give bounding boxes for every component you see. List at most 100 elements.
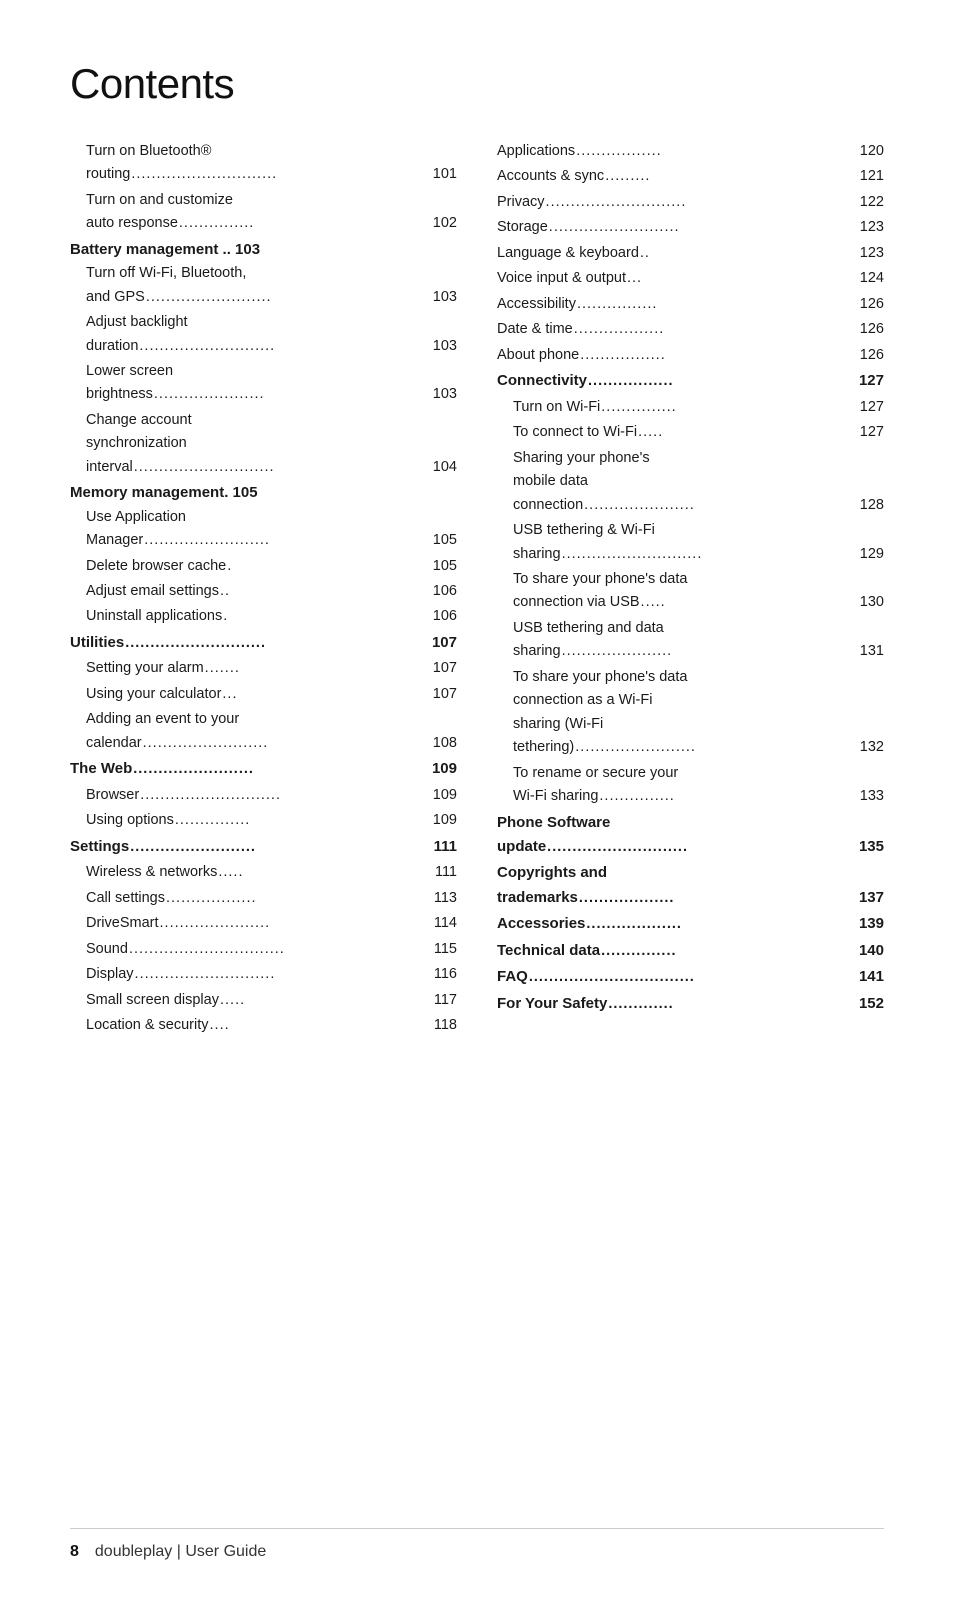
toc-item-text: To connect to Wi-Fi: [513, 421, 637, 443]
toc-item-leader: ...............: [175, 809, 432, 831]
toc-item: connection......................128: [497, 494, 884, 518]
toc-item-text: Utilities: [70, 631, 124, 654]
toc-item-page: 126: [860, 318, 884, 340]
toc-left-column: Turn on Bluetooth®routing...............…: [70, 140, 487, 1488]
toc-item-leader: .................: [588, 370, 858, 392]
toc-item-text: Technical data: [497, 939, 600, 962]
toc-item-page: 121: [860, 165, 884, 187]
toc-item-leader: ................: [577, 293, 859, 315]
toc-item-text: Delete browser cache: [86, 555, 226, 577]
toc-item: Adding an event to your: [70, 708, 457, 730]
toc-item-text: Setting your alarm: [86, 657, 204, 679]
toc-item: routing.............................101: [70, 163, 457, 187]
toc-item-text: tethering): [513, 736, 574, 758]
toc-item-page: 139: [859, 912, 884, 935]
toc-item: auto response...............102: [70, 212, 457, 236]
toc-item: Privacy............................122: [497, 191, 884, 215]
toc-item-text: Accessories: [497, 912, 585, 935]
toc-item-page: 123: [860, 216, 884, 238]
toc-item-leader: .........................: [146, 286, 432, 308]
toc-item: Delete browser cache.105: [70, 555, 457, 579]
toc-item: interval............................104: [70, 456, 457, 480]
toc-item: Small screen display.....117: [70, 989, 457, 1013]
toc-item: calendar.........................108: [70, 732, 457, 756]
toc-item-page: 104: [433, 456, 457, 478]
toc-item-page: 102: [433, 212, 457, 234]
toc-item-text: Language & keyboard: [497, 242, 639, 264]
toc-item-text: calendar: [86, 732, 142, 754]
toc-item-text: Sound: [86, 938, 128, 960]
toc-item-leader: .................: [576, 140, 859, 162]
toc-item-leader: ............................: [134, 456, 432, 478]
toc-item-page: 152: [859, 992, 884, 1015]
toc-item-leader: .: [223, 605, 432, 627]
toc-item: Display ............................116: [70, 963, 457, 987]
toc-item: Utilities............................107: [70, 631, 457, 656]
toc-item-leader: ..........................: [549, 216, 859, 238]
toc-item: To rename or secure your: [497, 762, 884, 784]
toc-item-text: connection via USB: [513, 591, 640, 613]
toc-item-text: Phone Software: [497, 811, 610, 834]
toc-item-text: connection as a Wi-Fi: [513, 689, 652, 711]
toc-item-page: 109: [433, 809, 457, 831]
toc-item-page: 123: [860, 242, 884, 264]
toc-item-text: Small screen display: [86, 989, 219, 1011]
toc-item-page: 128: [860, 494, 884, 516]
toc-item: trademarks...................137: [497, 886, 884, 911]
toc-item-page: 124: [860, 267, 884, 289]
toc-item: Lower screen: [70, 360, 457, 382]
toc-item: Sound...............................115: [70, 938, 457, 962]
toc-item-text: To rename or secure your: [513, 762, 678, 784]
toc-item-leader: ........................: [575, 736, 859, 758]
toc-item-text: Using options: [86, 809, 174, 831]
toc-item: Use Application: [70, 506, 457, 528]
toc-item-text: Uninstall applications: [86, 605, 222, 627]
toc-item-text: Battery management .. 103: [70, 238, 260, 261]
toc-item: DriveSmart......................114: [70, 912, 457, 936]
toc-item-leader: ...............: [601, 940, 858, 962]
toc-item-text: DriveSmart: [86, 912, 159, 934]
toc-item-text: connection: [513, 494, 583, 516]
toc-item-text: Wi-Fi sharing: [513, 785, 598, 807]
toc-item: Phone Software: [497, 811, 884, 834]
toc-item-page: 103: [433, 286, 457, 308]
toc-item-leader: ............................: [135, 963, 433, 985]
toc-item: sharing ......................131: [497, 640, 884, 664]
toc-item-text: Adjust email settings: [86, 580, 219, 602]
toc-item: and GPS.........................103: [70, 286, 457, 310]
toc-item-page: 105: [433, 529, 457, 551]
toc-item-text: Privacy: [497, 191, 545, 213]
toc-item-page: 106: [433, 580, 457, 602]
toc-item-page: 109: [432, 757, 457, 780]
toc-item-text: auto response: [86, 212, 178, 234]
toc-item-text: duration: [86, 335, 138, 357]
toc-item-leader: ..................: [574, 318, 859, 340]
toc-item-leader: ...: [627, 267, 859, 289]
toc-item-page: 120: [860, 140, 884, 162]
toc-item: connection via USB.....130: [497, 591, 884, 615]
toc-item-page: 126: [860, 293, 884, 315]
toc-item-page: 127: [860, 421, 884, 443]
toc-item-leader: ...............: [599, 785, 858, 807]
toc-item-text: and GPS: [86, 286, 145, 308]
toc-item: Memory management. 105: [70, 481, 457, 504]
toc-item: Turn on Bluetooth®: [70, 140, 457, 162]
toc-item-page: 137: [859, 886, 884, 909]
toc-item-text: Applications: [497, 140, 575, 162]
toc-item-page: 135: [859, 835, 884, 858]
toc-item-leader: ...............: [601, 396, 859, 418]
toc-item: Wi-Fi sharing...............133: [497, 785, 884, 809]
toc-item-text: About phone: [497, 344, 579, 366]
toc-item-text: interval: [86, 456, 133, 478]
toc-item: Sharing your phone's: [497, 447, 884, 469]
toc-item-page: 107: [432, 631, 457, 654]
toc-item: Connectivity.................127: [497, 369, 884, 394]
toc-item-leader: .....: [220, 989, 433, 1011]
toc-item-text: brightness: [86, 383, 153, 405]
toc-item-text: Copyrights and: [497, 861, 607, 884]
toc-item-page: 140: [859, 939, 884, 962]
toc-item: Date & time ..................126: [497, 318, 884, 342]
toc-item-leader: ............................: [546, 191, 859, 213]
toc-item-page: 107: [433, 657, 457, 679]
toc-right-column: Applications.................120Accounts…: [487, 140, 884, 1488]
